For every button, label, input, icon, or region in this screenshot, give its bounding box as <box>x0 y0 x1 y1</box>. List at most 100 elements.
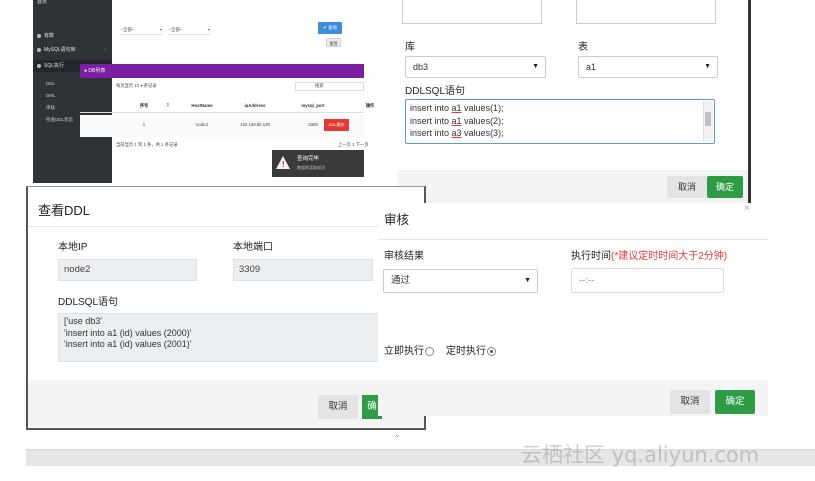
audit-result-select[interactable]: 通过 ▼ <box>383 269 538 293</box>
immediate-label: 立即执行 <box>384 346 424 357</box>
table-select[interactable]: a1 ▼ <box>578 56 718 78</box>
db-select[interactable]: db3 ▼ <box>405 56 546 78</box>
sidebar-item-mysql[interactable]: MySQL语句库 › <box>33 44 112 56</box>
sidebar-item-label: 首页 <box>37 0 48 5</box>
pager-page[interactable]: 1 <box>352 142 354 147</box>
sidebar-subitem-ddl-status[interactable]: 检查DDL状态 <box>46 116 73 124</box>
sidebar-item-label: 有数 <box>44 33 55 39</box>
search-input[interactable] <box>295 82 364 91</box>
local-ip-label: 本地IP <box>58 242 88 253</box>
immediate-radio[interactable] <box>425 347 434 356</box>
ddl-sql-label: DDLSQL语句 <box>58 297 119 308</box>
filter-select-value: --全部-- <box>168 27 183 32</box>
chevron-down-icon: ⌄ <box>394 430 401 439</box>
sort-icon: ⇕ <box>166 102 170 107</box>
db-label: 库 <box>405 42 415 53</box>
top-field-right[interactable] <box>576 0 716 24</box>
divider <box>28 226 424 227</box>
column-header-index[interactable]: 序号 <box>129 101 159 110</box>
sql-line: 'insert into a1 (id) values (2001)' <box>64 339 192 349</box>
exec-time-hint: (*建议定时时间大于2分钟) <box>611 251 728 262</box>
caret-down-icon: ▾ <box>159 27 162 32</box>
ddl-sql-readonly: ['use db3' 'insert into a1 (id) values (… <box>58 313 388 362</box>
table-footer-info: 当前显示 1 到 1 条，共 1 条记录 <box>116 142 178 147</box>
local-ip-field: node2 <box>58 259 197 281</box>
divider <box>378 239 768 240</box>
caret-down-icon: ▾ <box>207 27 210 32</box>
caret-down-icon: ▼ <box>524 277 531 284</box>
ddl-sql-textarea[interactable]: insert into a1 values(1); insert into a1… <box>405 99 715 144</box>
sql-line: insert into a1 values(2); <box>410 115 504 126</box>
table-select-value: a1 <box>586 62 597 72</box>
sql-line: insert into a1 values(1); <box>410 103 504 113</box>
toast-subtitle: 数据库读取成功 <box>297 165 325 170</box>
ddl-sql-label: DDLSQL语句 <box>405 86 466 97</box>
sidebar-subitem-audit[interactable]: 审核 <box>46 104 55 112</box>
sidebar-item-data[interactable]: 有数 <box>33 30 112 42</box>
sql-line: 'insert into a1 (id) values (2000)' <box>64 327 192 338</box>
dialog-border <box>748 0 751 205</box>
cell-ip: 192.168.80.130 <box>240 122 270 127</box>
sidebar-item-label: MySQL语句库 <box>44 47 76 53</box>
filter-select-2[interactable]: --全部-- ▾ <box>168 25 210 35</box>
sidebar-item-home[interactable]: 首页 <box>33 0 112 8</box>
page-size-control: 每页显示 10 ▾ 条记录 <box>116 83 157 88</box>
cell-index: 1 <box>142 122 146 127</box>
caret-down-icon: ▼ <box>532 63 539 70</box>
filter-select-1[interactable]: --全部-- ▾ <box>120 25 162 35</box>
sidebar-item-label: SQL执行 <box>44 63 65 69</box>
pager-next[interactable]: 下一页 <box>356 142 369 147</box>
exec-time-input[interactable]: --:-- <box>571 268 724 293</box>
dot-icon <box>37 33 41 38</box>
top-field-left[interactable] <box>402 0 542 24</box>
page-size-suffix: 条记录 <box>143 83 157 88</box>
cell-hostname: node2 <box>196 122 208 127</box>
table-label: 表 <box>578 42 588 53</box>
audit-result-label: 审核结果 <box>384 251 424 262</box>
table-divider <box>80 112 364 113</box>
dot-icon <box>37 47 41 52</box>
exec-time-label: 执行时间(*建议定时时间大于2分钟) <box>571 250 727 264</box>
filter-select-value: --全部-- <box>120 27 135 32</box>
db-list-header: ● DB列表 <box>80 64 364 78</box>
exec-time-text: 执行时间 <box>571 251 611 262</box>
dialog-title: 查看DDL <box>38 203 91 218</box>
watermark: 云栖社区 yq.aliyun.com <box>521 443 760 467</box>
sidebar-subitem-dml[interactable]: DML <box>46 92 56 100</box>
confirm-button[interactable]: 确定 <box>715 390 755 414</box>
sql-line: ['use db3' <box>64 316 102 326</box>
caret-down-icon: ▼ <box>704 63 711 70</box>
chevron-right-icon: › <box>104 47 106 53</box>
dialog-title: 审核 <box>384 213 410 227</box>
dot-icon <box>37 63 41 68</box>
column-header-action[interactable]: 操作 <box>355 101 385 110</box>
cancel-button[interactable]: 取消 <box>670 390 710 414</box>
toast-title: 查询完毕 <box>297 156 320 162</box>
column-header-hostname[interactable]: HostName <box>180 101 224 110</box>
query-button[interactable]: ✔ 查询 <box>318 22 342 34</box>
ddl-operation-button[interactable]: DDL操作 <box>324 119 349 131</box>
scrollbar-thumb[interactable] <box>705 112 711 126</box>
pager: 上一页 1 下一页 <box>338 141 369 149</box>
cancel-button[interactable]: 取消 <box>667 176 707 198</box>
audit-result-value: 通过 <box>391 275 411 286</box>
column-header-port[interactable]: mysql_port <box>288 101 338 110</box>
cancel-button[interactable]: 取消 <box>318 395 358 419</box>
column-header-ip[interactable]: ipAddress <box>232 101 278 110</box>
db-select-value: db3 <box>413 62 429 72</box>
warning-mark: ! <box>282 160 285 169</box>
db-list-title: DB列表 <box>88 68 106 74</box>
page-size-select[interactable]: 10 <box>134 83 139 88</box>
pager-prev[interactable]: 上一页 <box>338 142 351 147</box>
sidebar: 首页 有数 MySQL语句库› SQL执行⌄ DDL DML 审核 检查DDL状… <box>33 0 112 183</box>
scheduled-label: 定时执行 <box>446 346 486 357</box>
page-size-label: 每页显示 <box>116 83 134 88</box>
confirm-button[interactable]: 确定 <box>707 176 743 198</box>
reset-button[interactable]: 重置 <box>326 38 341 47</box>
close-icon[interactable]: × <box>744 203 750 215</box>
scheduled-radio[interactable] <box>487 347 496 356</box>
sql-line: insert into a3 values(3); <box>410 128 504 138</box>
local-port-field: 3309 <box>233 259 373 281</box>
sidebar-subitem-ddl[interactable]: DDL <box>46 80 55 88</box>
local-port-label: 本地端口 <box>233 242 273 253</box>
